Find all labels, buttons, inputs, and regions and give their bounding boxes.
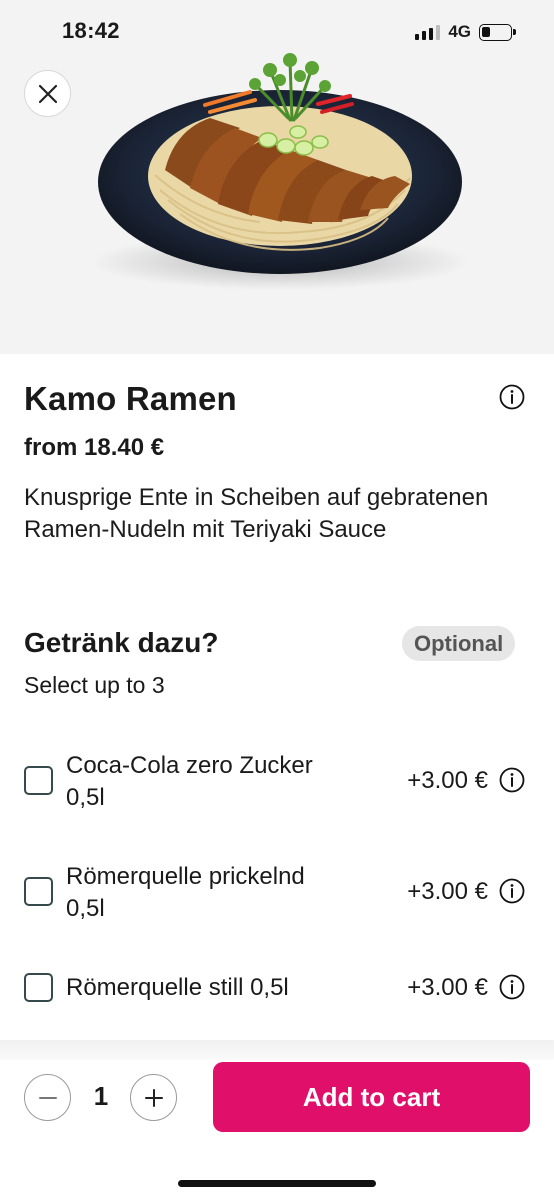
optional-badge: Optional (402, 626, 516, 661)
option-label: Römerquelle prickelnd 0,5l (66, 863, 305, 922)
product-title: Kamo Ramen (24, 380, 237, 417)
option-price: +3.00 € (407, 767, 488, 794)
product-info-button[interactable] (499, 384, 525, 410)
option-group-title: Getränk dazu? (24, 627, 219, 658)
info-icon (499, 384, 525, 410)
quantity-increase-button[interactable] (130, 1074, 177, 1121)
battery-icon (479, 23, 516, 41)
home-indicator[interactable] (178, 1180, 376, 1187)
option-info-button[interactable] (499, 974, 525, 1000)
info-icon (499, 974, 525, 1000)
add-to-cart-button[interactable]: Add to cart (213, 1062, 530, 1132)
option-checkbox[interactable] (24, 877, 53, 906)
status-bar: 18:42 4G (0, 0, 554, 60)
option-checkbox[interactable] (24, 766, 53, 795)
info-icon (499, 767, 525, 793)
close-button[interactable] (24, 70, 71, 117)
option-checkbox[interactable] (24, 973, 53, 1002)
quantity-decrease-button[interactable] (24, 1074, 71, 1121)
status-indicators: 4G (415, 22, 516, 42)
option-label: Römerquelle still 0,5l (66, 974, 289, 1001)
option-price: +3.00 € (407, 974, 488, 1001)
option-label: Coca-Cola zero Zucker 0,5l (66, 752, 313, 811)
bottom-bar-divider (0, 1040, 554, 1060)
info-icon (499, 878, 525, 904)
option-info-button[interactable] (499, 878, 525, 904)
status-time: 18:42 (62, 18, 120, 43)
product-price: from 18.40 € (24, 434, 165, 461)
quantity-value: 1 (93, 1081, 109, 1111)
plus-icon (144, 1088, 163, 1107)
option-group-subtitle: Select up to 3 (24, 672, 165, 698)
close-icon (38, 84, 57, 103)
option-info-button[interactable] (499, 767, 525, 793)
product-description: Knusprige Ente in Scheiben auf gebratene… (24, 484, 489, 543)
network-label: 4G (448, 22, 471, 41)
minus-icon (38, 1096, 57, 1099)
signal-icon (415, 24, 441, 40)
option-price: +3.00 € (407, 878, 488, 905)
